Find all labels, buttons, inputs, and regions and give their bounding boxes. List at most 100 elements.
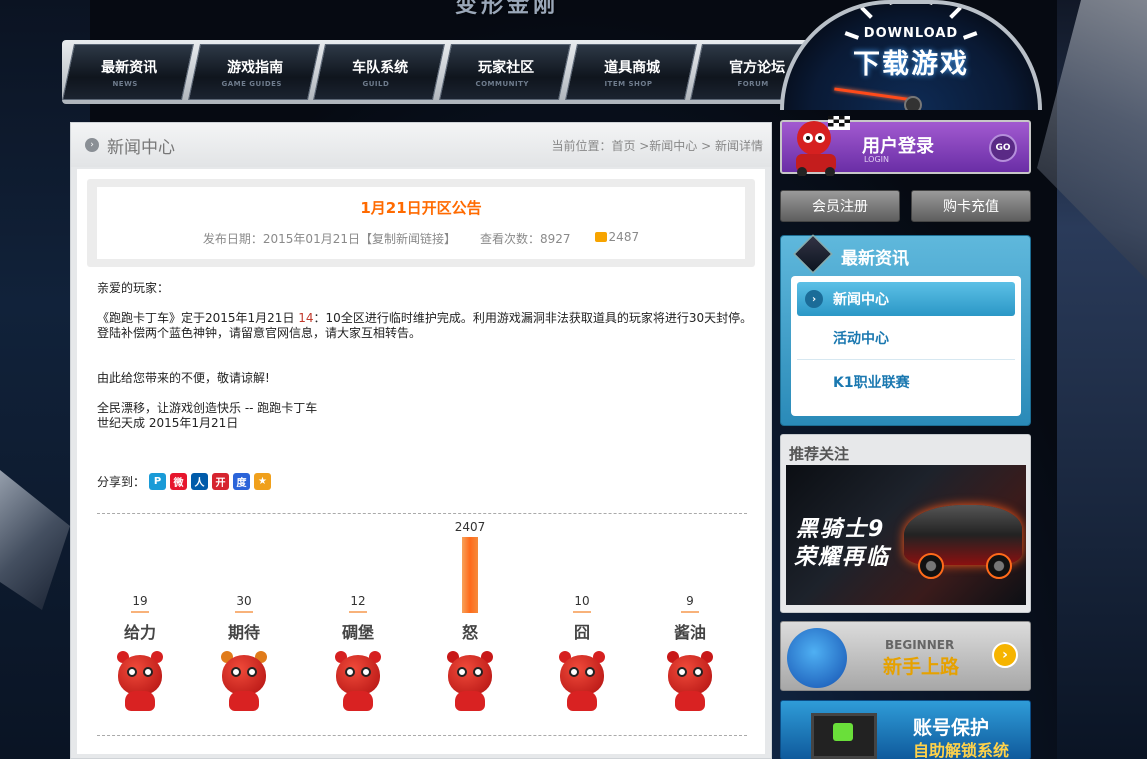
news-emblem-icon bbox=[793, 234, 833, 274]
recommend-title: 推荐关注 bbox=[789, 445, 850, 463]
recharge-button[interactable]: 购卡充值 bbox=[911, 190, 1031, 222]
mood-count-0: 19 bbox=[132, 594, 148, 608]
mood-label-2[interactable]: 碉堡 bbox=[323, 619, 393, 643]
sidebar-item-label: 新闻中心 bbox=[833, 292, 889, 308]
mood-count-5: 9 bbox=[686, 594, 694, 608]
gauge-needle bbox=[834, 87, 914, 102]
recommend-banner[interactable]: 黑骑士9 荣耀再临 bbox=[786, 465, 1026, 605]
mood-label-1[interactable]: 期待 bbox=[209, 619, 279, 643]
mood-bar-0 bbox=[131, 611, 149, 613]
share-label: 分享到： bbox=[97, 475, 146, 489]
nav-sublabel: GUILD bbox=[363, 79, 391, 88]
nav-label: 车队系统 bbox=[352, 59, 409, 76]
article-paragraph: 《跑跑卡丁车》定于2015年1月21日 14：10全区进行临时维护完成。利用游戏… bbox=[97, 311, 753, 325]
nav-item-news[interactable]: 最新资讯 NEWS bbox=[62, 44, 194, 100]
beginner-cn-label: 新手上路 bbox=[883, 656, 960, 678]
article-apology: 由此给您带来的不便，敬请谅解! bbox=[97, 371, 270, 385]
mood-face-icon-3[interactable] bbox=[439, 651, 501, 713]
nav-sublabel: GAME GUIDES bbox=[220, 79, 282, 88]
article-body: 亲爱的玩家： 《跑跑卡丁车》定于2015年1月21日 14：10全区进行临时维护… bbox=[97, 281, 757, 431]
car-wheel bbox=[918, 553, 944, 579]
mood-label-0[interactable]: 给力 bbox=[105, 619, 175, 643]
nav-sublabel: NEWS bbox=[112, 79, 139, 88]
article-title: 1月21日开区公告 bbox=[360, 199, 482, 217]
sidebar-item-label: K1职业联赛 bbox=[833, 375, 910, 391]
gauge-tick bbox=[860, 6, 873, 19]
mood-bar-2 bbox=[349, 611, 367, 613]
breadcrumb[interactable]: 当前位置：首页 >新闻中心 > 新闻详情 bbox=[551, 137, 763, 154]
nav-item-guild[interactable]: 车队系统 GUILD bbox=[313, 44, 445, 100]
site-logo[interactable]: 变形金刚 bbox=[455, 0, 630, 22]
mood-face-icon-1[interactable] bbox=[213, 651, 275, 713]
mood-bar-3 bbox=[462, 537, 478, 613]
beginner-guide-banner[interactable]: BEGINNER 新手上路 › bbox=[780, 621, 1031, 691]
article-header: 1月21日开区公告 发布日期：2015年01月21日【复制新闻链接】 查看次数：… bbox=[87, 179, 755, 267]
gauge-tick bbox=[909, 0, 913, 1]
copy-link-button[interactable]: 【复制新闻链接】 bbox=[360, 232, 456, 246]
car-wheel bbox=[986, 553, 1012, 579]
latest-news-title: 最新资讯 bbox=[841, 249, 909, 269]
sidebar-item-label: 活动中心 bbox=[833, 330, 889, 347]
login-go-button[interactable]: GO bbox=[989, 134, 1017, 162]
mood-count-1: 30 bbox=[236, 594, 252, 608]
register-button[interactable]: 会员注册 bbox=[780, 190, 900, 222]
mood-label-4[interactable]: 囧 bbox=[547, 619, 617, 643]
sidebar-item-activity-center[interactable]: 活动中心 bbox=[797, 316, 1015, 360]
user-login-button[interactable]: 用户登录 LOGIN GO bbox=[780, 116, 1031, 176]
mood-count-3: 2407 bbox=[454, 520, 486, 534]
kart-mascot-icon bbox=[796, 116, 850, 176]
latest-news-box: 最新资讯 › 新闻中心 活动中心 K1职业联赛 bbox=[780, 234, 1031, 426]
publish-date: 发布日期：2015年01月21日 bbox=[202, 232, 360, 246]
nav-item-game-guides[interactable]: 游戏指南 GAME GUIDES bbox=[187, 44, 320, 100]
mood-count-4: 10 bbox=[574, 594, 590, 608]
nav-item-community[interactable]: 玩家社区 COMMUNITY bbox=[439, 44, 571, 100]
download-game-button[interactable]: DOWNLOAD 下载游戏 bbox=[780, 0, 1042, 110]
nav-label: 最新资讯 bbox=[100, 59, 157, 76]
nav-sublabel: FORUM bbox=[738, 79, 770, 88]
account-protection-title: 账号保护 bbox=[913, 717, 990, 739]
nav-sublabel: ITEM SHOP bbox=[604, 79, 653, 88]
article-greeting: 亲爱的玩家： bbox=[97, 281, 170, 295]
comment-icon bbox=[594, 232, 607, 242]
news-panel: › 新闻中心 当前位置：首页 >新闻中心 > 新闻详情 1月21日开区公告 发布… bbox=[70, 122, 772, 759]
comment-count[interactable]: 2487 bbox=[594, 230, 640, 247]
article-meta: 发布日期：2015年01月21日【复制新闻链接】 查看次数：8927 2487 bbox=[97, 230, 745, 247]
login-subtitle: LOGIN bbox=[864, 155, 890, 164]
sidebar-item-k1-league[interactable]: K1职业联赛 bbox=[797, 360, 1015, 404]
mood-face-icon-2[interactable] bbox=[327, 651, 389, 713]
nav-label: 官方论坛 bbox=[729, 59, 786, 76]
gauge-hub bbox=[904, 96, 922, 110]
recommend-line2: 荣耀再临 bbox=[794, 545, 891, 570]
mood-face-icon-4[interactable] bbox=[551, 651, 613, 713]
share-qzone-icon[interactable]: P bbox=[149, 473, 167, 490]
mood-label-3[interactable]: 怒 bbox=[435, 619, 505, 643]
unlock-icon bbox=[833, 723, 853, 741]
recommend-box: 推荐关注 黑骑士9 荣耀再临 bbox=[780, 434, 1031, 613]
mood-label-5[interactable]: 酱油 bbox=[655, 619, 725, 643]
comment-count-value: 2487 bbox=[608, 230, 640, 244]
share-kaixin-icon[interactable]: 开 bbox=[212, 473, 230, 490]
account-protection-banner[interactable]: 账号保护 自助解锁系统 bbox=[780, 700, 1031, 759]
mood-bar-5 bbox=[681, 611, 699, 613]
article-content: 1月21日开区公告 发布日期：2015年01月21日【复制新闻链接】 查看次数：… bbox=[77, 169, 765, 754]
chevron-right-icon: › bbox=[805, 290, 823, 308]
share-baidu-icon[interactable]: 度 bbox=[233, 473, 251, 490]
nav-item-item-shop[interactable]: 道具商城 ITEM SHOP bbox=[564, 44, 697, 100]
main-nav: 最新资讯 NEWS 游戏指南 GAME GUIDES 车队系统 GUILD 玩家… bbox=[62, 40, 822, 104]
share-favorite-icon[interactable]: ★ bbox=[254, 473, 272, 490]
share-bar: 分享到： P 微 人 开 度 ★ bbox=[97, 473, 272, 490]
nav-label: 玩家社区 bbox=[478, 59, 535, 76]
nav-sublabel: COMMUNITY bbox=[475, 79, 530, 88]
share-weibo-icon[interactable]: 微 bbox=[170, 473, 188, 490]
share-renren-icon[interactable]: 人 bbox=[191, 473, 209, 490]
mood-count-2: 12 bbox=[350, 594, 366, 608]
mood-face-icon-0[interactable] bbox=[109, 651, 171, 713]
beginner-en-label: BEGINNER bbox=[885, 638, 955, 652]
divider bbox=[97, 735, 747, 736]
account-unlock-subtitle: 自助解锁系统 bbox=[913, 741, 1010, 759]
gauge-tick bbox=[949, 6, 962, 19]
page-title-text: 新闻中心 bbox=[107, 137, 175, 158]
download-label-cn: 下载游戏 bbox=[853, 49, 969, 80]
sidebar-item-news-center[interactable]: › 新闻中心 bbox=[797, 282, 1015, 316]
mood-face-icon-5[interactable] bbox=[659, 651, 721, 713]
